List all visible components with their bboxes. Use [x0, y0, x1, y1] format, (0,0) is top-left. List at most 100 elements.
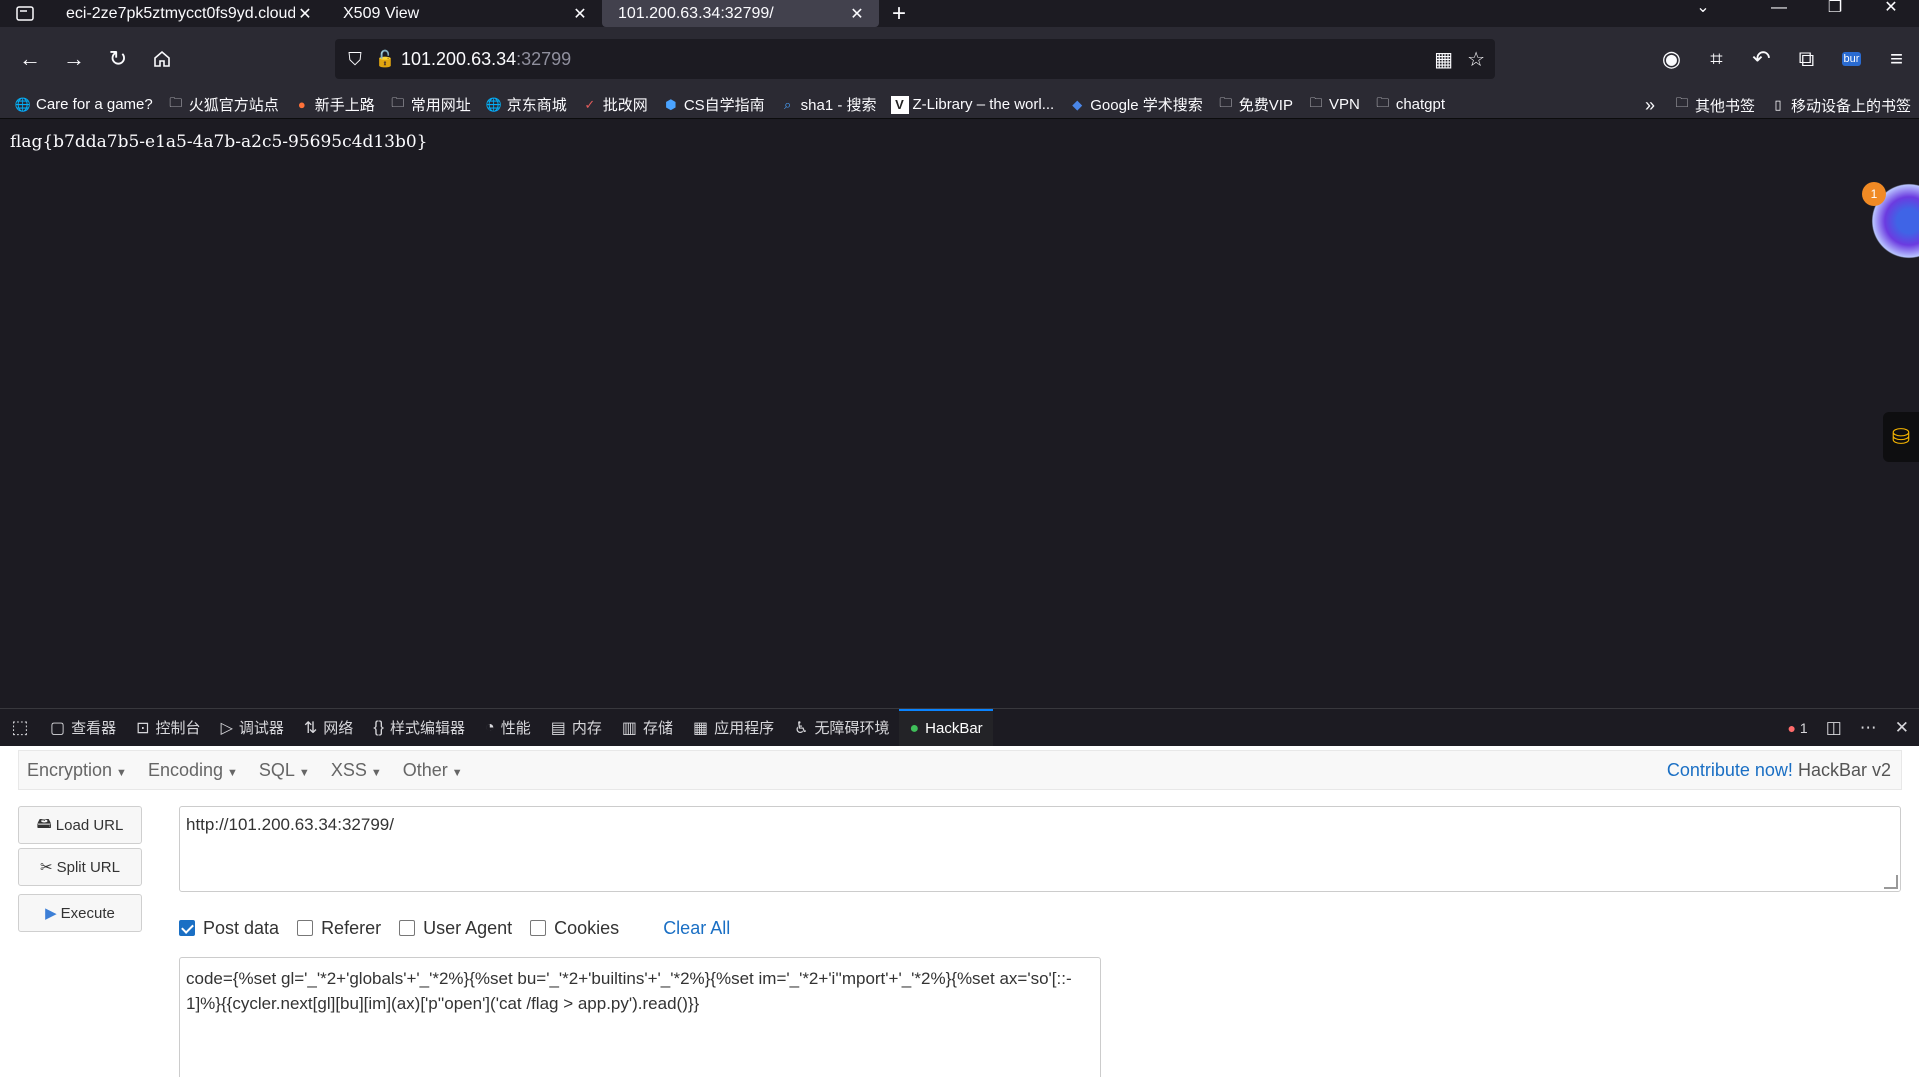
tab-style-editor[interactable]: {} 样式编辑器	[363, 709, 475, 747]
new-tab-button[interactable]: +	[879, 0, 919, 27]
other-bookmarks[interactable]: 🗀 其他书签	[1673, 95, 1755, 116]
plus-icon: +	[891, 0, 906, 27]
tab-list-button[interactable]	[0, 0, 50, 27]
tab-performance[interactable]: ◔ 性能	[475, 709, 541, 747]
bookmark-item[interactable]: 🗀 火狐官方站点	[167, 94, 279, 115]
menu-other[interactable]: Other ▼	[395, 760, 476, 781]
tab-inspector[interactable]: ▢ 查看器	[40, 709, 126, 747]
close-devtools-icon[interactable]: ✕	[1895, 718, 1909, 738]
search-icon: ⌕	[784, 96, 792, 112]
contribute-link[interactable]: Contribute now!	[1667, 760, 1793, 780]
hackbar-panel: Encryption ▼ Encoding ▼ SQL ▼ XSS ▼ Other ▼ C…	[0, 746, 1919, 1077]
home-button[interactable]	[140, 37, 184, 81]
extensions-button[interactable]: ⧉	[1784, 37, 1829, 81]
tab-application[interactable]: ▦ 应用程序	[683, 709, 784, 747]
tab-network[interactable]: ⇅ 网络	[294, 709, 363, 747]
restore-icon[interactable]: ❐	[1807, 0, 1863, 27]
tab-label: X509 View	[343, 4, 420, 22]
bookmark-item[interactable]: ⌕ sha1 - 搜索	[779, 94, 877, 115]
url-bar[interactable]: ⛉ 🔓 101.200.63.34:32799 ▦ ☆	[335, 39, 1495, 79]
resize-grip-icon[interactable]	[1884, 875, 1898, 889]
undo-button[interactable]: ↶	[1739, 37, 1784, 81]
menu-label: XSS	[330, 759, 367, 780]
dock-icon[interactable]: ◫	[1826, 718, 1842, 738]
tab-label: 网络	[323, 720, 354, 737]
screenshot-button[interactable]: ⌗	[1694, 37, 1739, 81]
tab-eci[interactable]: eci-2ze7pk5ztmycct0fs9yd.cloud ✕	[50, 0, 327, 27]
option-label: User Agent	[423, 917, 513, 938]
tab-active[interactable]: 101.200.63.34:32799/ ✕	[602, 0, 879, 27]
shield-icon[interactable]: ⛉	[335, 49, 375, 70]
tab-hackbar[interactable]: ● HackBar	[899, 708, 993, 747]
close-icon[interactable]: ✕	[570, 4, 590, 24]
option-label: Referer	[321, 917, 382, 938]
account-button[interactable]: ◉	[1649, 37, 1694, 81]
bookmark-item[interactable]: 🌐 Care for a game?	[14, 96, 153, 114]
close-icon[interactable]: ✕	[295, 4, 315, 24]
qr-code-icon[interactable]: ▦	[1434, 47, 1453, 72]
bookmark-item[interactable]: 🌐 京东商城	[485, 94, 567, 115]
chevron-double-right-icon[interactable]: »	[1645, 95, 1655, 116]
tab-storage[interactable]: ▥ 存储	[612, 709, 683, 747]
option-label: Cookies	[554, 917, 620, 938]
flag-text: flag{b7dda7b5-e1a5-4a7b-a2c5-95695c4d13b…	[10, 132, 428, 152]
split-url-button[interactable]: ✂ Split URL	[18, 848, 142, 886]
caret-down-icon: ▼	[370, 766, 382, 779]
url-textarea[interactable]: http://101.200.63.34:32799/	[179, 806, 1901, 892]
bookmark-item[interactable]: ● 新手上路	[293, 94, 375, 115]
user-agent-option[interactable]: User Agent	[399, 918, 512, 939]
bookmark-item[interactable]: ✓ 批改网	[581, 94, 647, 115]
bookmark-item[interactable]: ◆ Google 学术搜索	[1068, 94, 1203, 115]
tab-x509[interactable]: X509 View ✕	[327, 0, 602, 27]
menu-xss[interactable]: XSS ▼	[323, 760, 395, 781]
tab-label: 存储	[642, 720, 673, 737]
bookmark-item[interactable]: V Z-Library – the worl...	[890, 95, 1054, 114]
scissors-icon: ✂	[40, 859, 53, 876]
menu-button[interactable]: ≡	[1874, 37, 1919, 81]
home-icon	[154, 50, 170, 67]
execute-button[interactable]: ▶ Execute	[18, 894, 142, 932]
bookmark-item[interactable]: ⬢ CS自学指南	[662, 94, 765, 115]
post-data-option[interactable]: Post data	[179, 918, 279, 939]
referer-checkbox[interactable]	[297, 920, 314, 936]
cookies-checkbox[interactable]	[530, 920, 547, 936]
element-picker-icon[interactable]: ⬚	[0, 717, 40, 738]
mobile-bookmarks[interactable]: ▯ 移动设备上的书签	[1769, 95, 1911, 116]
clear-all-link[interactable]: Clear All	[663, 918, 730, 939]
menu-sql[interactable]: SQL ▼	[251, 760, 323, 781]
load-url-button[interactable]: 🖴 Load URL	[18, 806, 142, 844]
tab-overflow-chevron-icon[interactable]: ⌄	[1655, 0, 1751, 27]
cookies-option[interactable]: Cookies	[530, 918, 619, 939]
user-agent-checkbox[interactable]	[399, 920, 416, 936]
button-label: Split URL	[56, 858, 120, 876]
bookmark-label: sha1 - 搜索	[800, 97, 877, 114]
menu-encryption[interactable]: Encryption ▼	[19, 760, 140, 781]
bookmark-item[interactable]: 🗀 VPN	[1307, 95, 1359, 114]
memory-icon: ▤	[550, 719, 566, 737]
tab-accessibility[interactable]: ♿ 无障碍环境	[784, 709, 899, 747]
bookmark-label: 其他书签	[1694, 97, 1755, 115]
burp-extension-button[interactable]: bur	[1829, 37, 1874, 81]
more-options-icon[interactable]: ⋯	[1860, 718, 1877, 738]
tab-memory[interactable]: ▤ 内存	[541, 709, 612, 747]
side-extension-icon[interactable]: ⛁	[1883, 412, 1919, 462]
reload-button[interactable]: ↻	[96, 37, 140, 81]
minimize-icon[interactable]: —	[1751, 0, 1807, 27]
post-data-textarea[interactable]: code={%set gl='_'*2+'globals'+'_'*2%}{%s…	[179, 957, 1101, 1077]
nav-toolbar: ← → ↻ ⛉ 🔓 101.200.63.34:32799 ▦ ☆ ◉ ⌗ ↶ …	[0, 27, 1919, 91]
bookmark-star-icon[interactable]: ☆	[1467, 47, 1485, 72]
close-icon[interactable]: ✕	[847, 4, 867, 24]
insecure-lock-icon[interactable]: 🔓	[375, 49, 401, 69]
tab-console[interactable]: ⊡ 控制台	[126, 709, 210, 747]
error-indicator[interactable]: ● 1	[1788, 720, 1808, 736]
bookmark-item[interactable]: 🗀 免费VIP	[1217, 94, 1293, 115]
post-data-checkbox[interactable]	[179, 920, 195, 936]
tab-debugger[interactable]: ▷ 调试器	[211, 709, 294, 747]
back-button[interactable]: ←	[8, 37, 52, 81]
bookmark-item[interactable]: 🗀 chatgpt	[1374, 95, 1445, 114]
forward-button[interactable]: →	[52, 37, 96, 81]
referer-option[interactable]: Referer	[297, 918, 381, 939]
menu-encoding[interactable]: Encoding ▼	[140, 760, 251, 781]
window-close-icon[interactable]: ✕	[1863, 0, 1919, 27]
bookmark-item[interactable]: 🗀 常用网址	[389, 94, 471, 115]
